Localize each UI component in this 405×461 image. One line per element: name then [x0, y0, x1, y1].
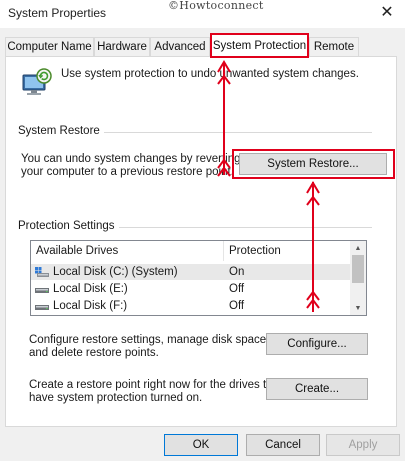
intro-text: Use system protection to undo unwanted s… — [61, 68, 359, 80]
tab-system-protection[interactable]: System Protection — [210, 34, 309, 57]
scroll-up-icon[interactable]: ▲ — [350, 241, 366, 255]
drives-list[interactable]: Available Drives Protection Local Disk (… — [30, 240, 367, 316]
scroll-thumb[interactable] — [352, 255, 364, 283]
system-restore-desc-1: You can undo system changes by reverting — [21, 153, 241, 165]
drive-protection-status: Off — [229, 283, 245, 295]
system-protection-icon — [20, 67, 52, 99]
system-restore-label: System Restore — [18, 125, 104, 137]
configure-desc-2: and delete restore points. — [29, 347, 159, 359]
cancel-button[interactable]: Cancel — [246, 434, 320, 456]
close-icon: ✕ — [380, 4, 394, 21]
drive-icon — [35, 284, 49, 294]
tab-computer-name[interactable]: Computer Name — [5, 37, 94, 56]
drives-list-scrollbar[interactable]: ▲ ▼ — [350, 241, 366, 315]
create-desc-2: have system protection turned on. — [29, 392, 203, 404]
window-title: System Properties — [8, 6, 107, 20]
drive-protection-status: On — [229, 266, 245, 278]
create-button[interactable]: Create... — [266, 378, 368, 400]
create-desc-1: Create a restore point right now for the… — [29, 379, 283, 391]
ok-button[interactable]: OK — [164, 434, 238, 456]
system-restore-desc-2: your computer to a previous restore poin… — [21, 166, 234, 178]
drive-icon — [35, 301, 49, 311]
configure-desc-1: Configure restore settings, manage disk … — [29, 334, 270, 346]
drive-name: Local Disk (E:) — [53, 283, 128, 295]
tab-remote[interactable]: Remote — [309, 37, 359, 56]
column-available-drives[interactable]: Available Drives — [31, 241, 224, 261]
drive-name: Local Disk (F:) — [53, 300, 128, 312]
table-row[interactable]: Local Disk (C:) (System) On — [31, 264, 350, 280]
table-row[interactable]: Local Disk (E:) Off — [31, 281, 350, 297]
apply-button[interactable]: Apply — [326, 434, 400, 456]
scroll-down-icon[interactable]: ▼ — [350, 301, 366, 315]
protection-settings-label: Protection Settings — [18, 220, 119, 232]
close-button[interactable]: ✕ — [372, 2, 402, 22]
watermark-text: ©Howtoconnect — [168, 0, 264, 12]
system-drive-icon — [35, 267, 49, 277]
drive-name: Local Disk (C:) (System) — [53, 266, 178, 278]
drive-protection-status: Off — [229, 300, 245, 312]
system-restore-button[interactable]: System Restore... — [239, 153, 387, 175]
column-protection[interactable]: Protection — [224, 241, 350, 261]
table-row[interactable]: Local Disk (F:) Off — [31, 298, 350, 314]
tab-advanced[interactable]: Advanced — [150, 37, 210, 56]
tab-hardware[interactable]: Hardware — [94, 37, 150, 56]
configure-button[interactable]: Configure... — [266, 333, 368, 355]
drives-list-header: Available Drives Protection — [31, 241, 350, 261]
